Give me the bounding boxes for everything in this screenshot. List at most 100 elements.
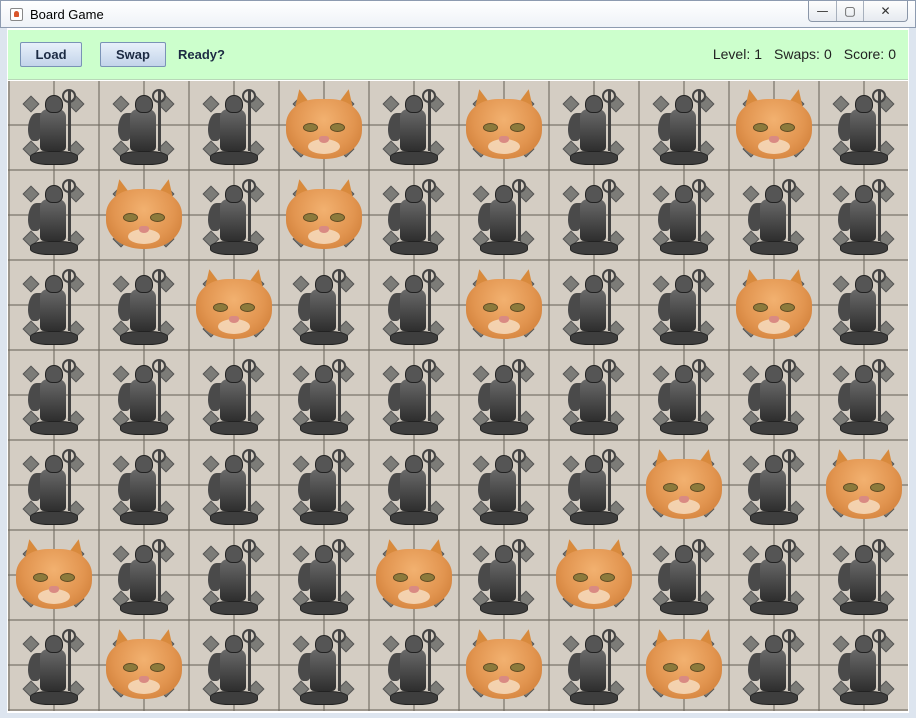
board-cell[interactable] [728, 351, 818, 441]
figurine-piece[interactable] [654, 537, 712, 615]
cat-face-piece[interactable] [466, 86, 542, 159]
board-cell[interactable] [188, 261, 278, 351]
board-cell[interactable] [8, 171, 98, 261]
cat-face-piece[interactable] [196, 266, 272, 339]
figurine-piece[interactable] [384, 177, 442, 255]
figurine-piece[interactable] [474, 357, 532, 435]
load-button[interactable]: Load [20, 42, 82, 67]
board-cell[interactable] [638, 531, 728, 621]
board-cell[interactable] [188, 351, 278, 441]
board-cell[interactable] [818, 441, 908, 531]
board-cell[interactable] [278, 531, 368, 621]
figurine-piece[interactable] [294, 627, 352, 705]
board-cell[interactable] [98, 531, 188, 621]
figurine-piece[interactable] [294, 267, 352, 345]
board-cell[interactable] [458, 441, 548, 531]
figurine-piece[interactable] [834, 267, 892, 345]
board-cell[interactable] [188, 441, 278, 531]
board-cell[interactable] [638, 621, 728, 711]
cat-face-piece[interactable] [106, 176, 182, 249]
cat-face-piece[interactable] [286, 176, 362, 249]
board-cell[interactable] [8, 351, 98, 441]
figurine-piece[interactable] [564, 267, 622, 345]
figurine-piece[interactable] [564, 627, 622, 705]
figurine-piece[interactable] [204, 177, 262, 255]
board-cell[interactable] [638, 441, 728, 531]
figurine-piece[interactable] [384, 627, 442, 705]
figurine-piece[interactable] [834, 177, 892, 255]
board-cell[interactable] [728, 261, 818, 351]
figurine-piece[interactable] [114, 87, 172, 165]
figurine-piece[interactable] [204, 447, 262, 525]
board-cell[interactable] [458, 351, 548, 441]
board-cell[interactable] [98, 441, 188, 531]
cat-face-piece[interactable] [466, 626, 542, 699]
board-cell[interactable] [638, 261, 728, 351]
board-cell[interactable] [548, 171, 638, 261]
board-cell[interactable] [368, 621, 458, 711]
board-cell[interactable] [8, 441, 98, 531]
board-cell[interactable] [458, 621, 548, 711]
board-cell[interactable] [278, 81, 368, 171]
board-cell[interactable] [8, 81, 98, 171]
board-cell[interactable] [548, 531, 638, 621]
figurine-piece[interactable] [384, 357, 442, 435]
cat-face-piece[interactable] [466, 266, 542, 339]
figurine-piece[interactable] [564, 177, 622, 255]
figurine-piece[interactable] [294, 537, 352, 615]
board-cell[interactable] [638, 171, 728, 261]
figurine-piece[interactable] [24, 627, 82, 705]
figurine-piece[interactable] [384, 267, 442, 345]
figurine-piece[interactable] [114, 267, 172, 345]
board-cell[interactable] [98, 171, 188, 261]
cat-face-piece[interactable] [556, 536, 632, 609]
board-cell[interactable] [728, 81, 818, 171]
figurine-piece[interactable] [834, 627, 892, 705]
board-cell[interactable] [368, 531, 458, 621]
board-cell[interactable] [638, 351, 728, 441]
figurine-piece[interactable] [834, 87, 892, 165]
figurine-piece[interactable] [114, 537, 172, 615]
board-cell[interactable] [818, 171, 908, 261]
close-icon[interactable]: ✕ [863, 1, 907, 21]
figurine-piece[interactable] [744, 177, 802, 255]
figurine-piece[interactable] [24, 87, 82, 165]
figurine-piece[interactable] [204, 87, 262, 165]
figurine-piece[interactable] [744, 537, 802, 615]
figurine-piece[interactable] [564, 447, 622, 525]
board-cell[interactable] [98, 621, 188, 711]
board-cell[interactable] [188, 531, 278, 621]
figurine-piece[interactable] [204, 357, 262, 435]
board-cell[interactable] [8, 261, 98, 351]
board-cell[interactable] [548, 261, 638, 351]
cat-face-piece[interactable] [286, 86, 362, 159]
figurine-piece[interactable] [24, 177, 82, 255]
board-cell[interactable] [368, 81, 458, 171]
board-cell[interactable] [188, 621, 278, 711]
minimize-icon[interactable]: — [809, 1, 836, 21]
board-cell[interactable] [638, 81, 728, 171]
cat-face-piece[interactable] [106, 626, 182, 699]
board-cell[interactable] [818, 621, 908, 711]
board-cell[interactable] [98, 351, 188, 441]
figurine-piece[interactable] [654, 357, 712, 435]
figurine-piece[interactable] [654, 267, 712, 345]
figurine-piece[interactable] [114, 357, 172, 435]
board-cell[interactable] [368, 171, 458, 261]
board-cell[interactable] [818, 351, 908, 441]
board-cell[interactable] [818, 261, 908, 351]
board-cell[interactable] [458, 171, 548, 261]
board-cell[interactable] [98, 261, 188, 351]
cat-face-piece[interactable] [646, 446, 722, 519]
figurine-piece[interactable] [384, 447, 442, 525]
board-cell[interactable] [548, 441, 638, 531]
cat-face-piece[interactable] [16, 536, 92, 609]
restore-icon[interactable]: ▢ [836, 1, 863, 21]
figurine-piece[interactable] [384, 87, 442, 165]
board-cell[interactable] [368, 441, 458, 531]
figurine-piece[interactable] [834, 357, 892, 435]
board-cell[interactable] [368, 351, 458, 441]
board-cell[interactable] [188, 171, 278, 261]
figurine-piece[interactable] [474, 177, 532, 255]
figurine-piece[interactable] [204, 537, 262, 615]
